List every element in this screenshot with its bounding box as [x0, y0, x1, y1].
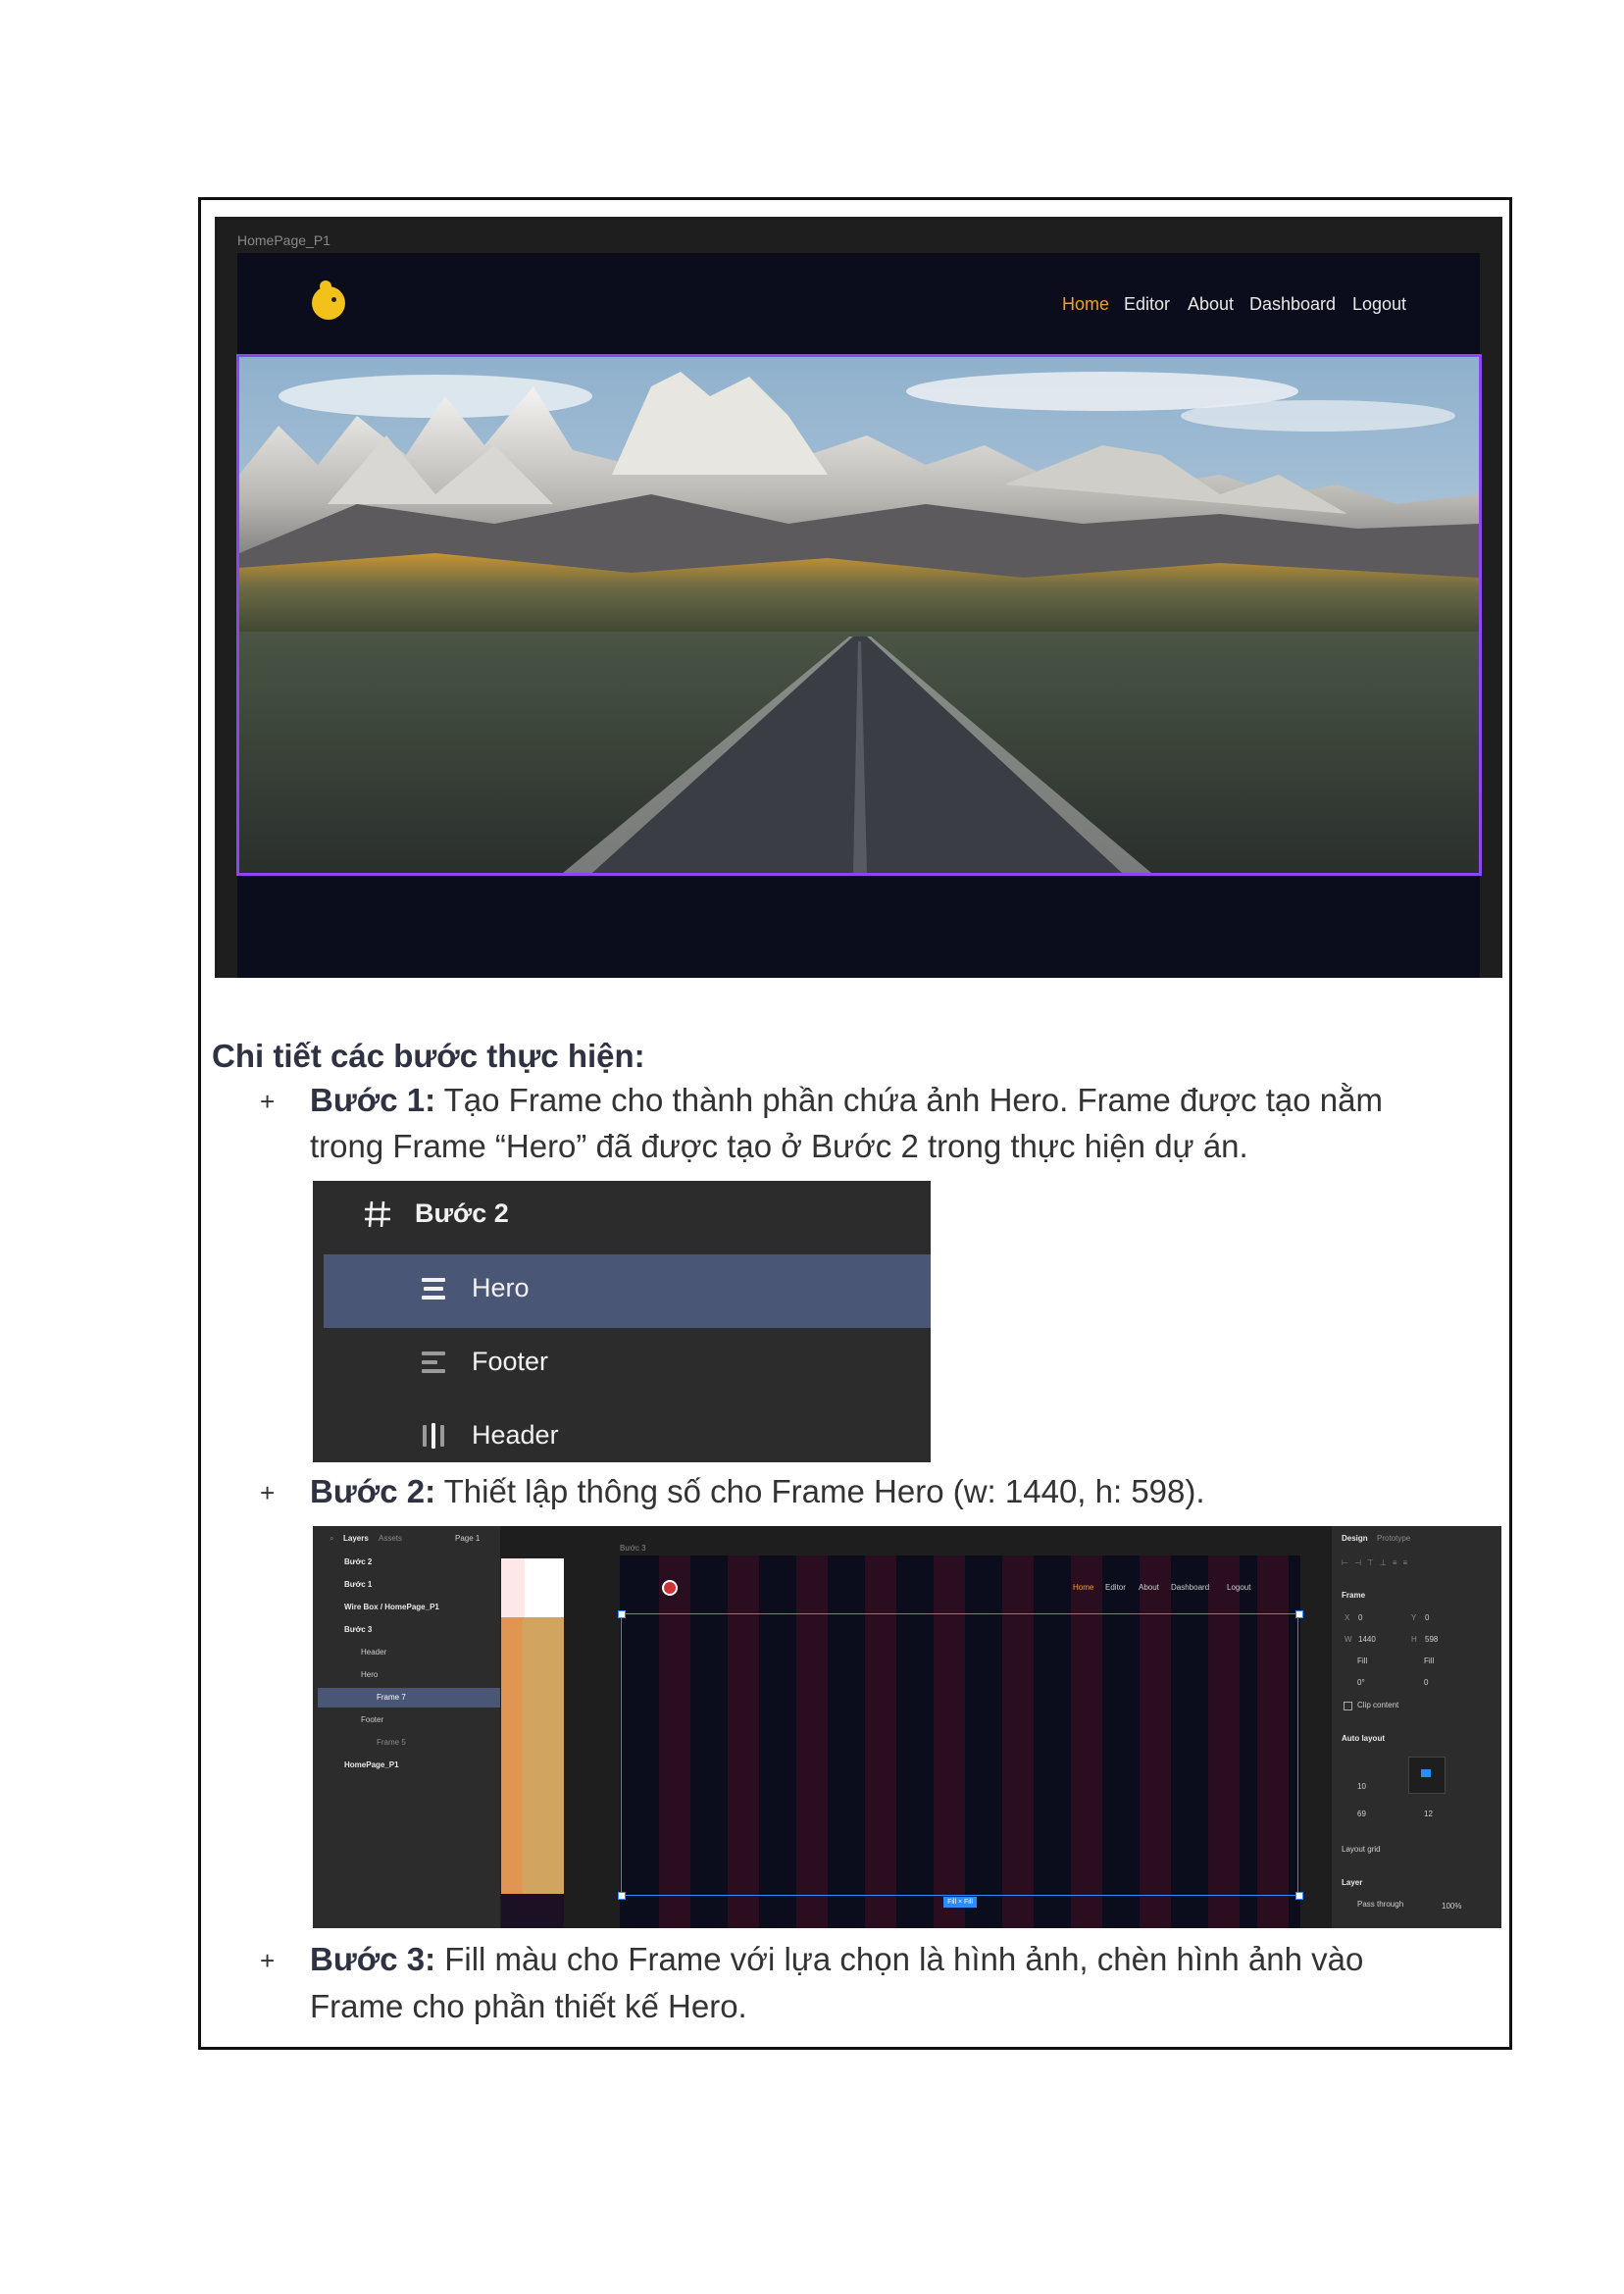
step1-line2: trong Frame “Hero” đã được tạo ở Bước 2 … — [310, 1128, 1248, 1164]
align-icons[interactable]: ⊢⊣⊤⊥≡≡ — [1342, 1558, 1413, 1567]
hero-landscape-svg — [239, 357, 1479, 873]
tab-assets[interactable]: Assets — [379, 1534, 402, 1543]
figma-nav-home[interactable]: Home — [1073, 1583, 1093, 1592]
step2-title: Bước 2: — [310, 1473, 436, 1509]
logo-icon — [662, 1580, 678, 1596]
search-icon[interactable]: ⌕ — [330, 1534, 333, 1544]
nav-logout[interactable]: Logout — [1352, 294, 1406, 318]
nav-dashboard[interactable]: Dashboard — [1249, 294, 1336, 318]
auto-layout-title: Auto layout — [1342, 1734, 1385, 1743]
layout-grid-title: Layout grid — [1342, 1845, 1381, 1854]
opacity-field[interactable]: 100% — [1442, 1902, 1461, 1911]
figma-layer[interactable]: Footer — [361, 1715, 383, 1724]
h-field[interactable]: 598 — [1425, 1635, 1438, 1644]
swatch-white — [525, 1558, 564, 1617]
frame-label: HomePage_P1 — [237, 232, 330, 248]
autolayout-vertical-icon — [422, 1351, 445, 1373]
step2-line: Bước 2: Thiết lập thông số cho Frame Her… — [310, 1473, 1205, 1510]
frame-section-title: Frame — [1342, 1591, 1366, 1600]
figma-layer[interactable]: Bước 1 — [344, 1580, 372, 1589]
figma-layers-sidebar — [313, 1526, 500, 1928]
resize-handle[interactable] — [618, 1610, 626, 1618]
x-label: X — [1345, 1613, 1350, 1622]
figma-layer[interactable]: Frame 5 — [377, 1738, 406, 1747]
figma-nav-dashboard[interactable]: Dashboard — [1171, 1583, 1209, 1592]
figma-layer[interactable]: HomePage_P1 — [344, 1760, 399, 1769]
alignment-center-icon — [1421, 1769, 1431, 1777]
tab-prototype[interactable]: Prototype — [1377, 1534, 1410, 1543]
page-select[interactable]: Page 1 — [455, 1534, 480, 1543]
figma-layer[interactable]: Wire Box / HomePage_P1 — [344, 1603, 439, 1611]
layer-row-selected — [324, 1254, 931, 1328]
figma-nav-logout[interactable]: Logout — [1227, 1583, 1250, 1592]
clip-checkbox[interactable] — [1344, 1702, 1352, 1710]
blend-mode-select[interactable]: Pass through — [1357, 1900, 1403, 1909]
step1-text1: Tạo Frame cho thành phần chứa ảnh Hero. … — [443, 1082, 1383, 1118]
bullet-plus: + — [260, 1946, 276, 1975]
layer-root-bước-2[interactable]: Bước 2 — [415, 1198, 509, 1229]
figma-layer[interactable]: Hero — [361, 1670, 378, 1679]
nav-editor[interactable]: Editor — [1124, 294, 1170, 318]
fill-height-select[interactable]: Fill — [1424, 1657, 1434, 1665]
layer-section-title: Layer — [1342, 1878, 1363, 1887]
autolayout-vertical-icon — [422, 1278, 445, 1300]
figma-layer-selected — [318, 1688, 500, 1708]
figma-layer[interactable]: Frame 7 — [377, 1693, 406, 1702]
tab-layers[interactable]: Layers — [343, 1534, 369, 1543]
figma-design-panel — [1332, 1526, 1501, 1928]
padding-field[interactable]: 69 — [1357, 1810, 1366, 1818]
hero-image — [236, 354, 1482, 876]
x-field[interactable]: 0 — [1358, 1613, 1362, 1622]
resize-handle[interactable] — [1295, 1610, 1303, 1618]
y-label: Y — [1411, 1613, 1417, 1622]
layer-footer[interactable]: Footer — [472, 1347, 548, 1377]
tab-design[interactable]: Design — [1342, 1534, 1368, 1543]
swatch-orange — [501, 1617, 523, 1894]
layer-hero[interactable]: Hero — [472, 1273, 530, 1303]
chick-logo-icon — [312, 280, 345, 320]
bullet-plus: + — [260, 1087, 276, 1116]
step3-line1: Bước 3: Fill màu cho Frame với lựa chọn … — [310, 1941, 1363, 1978]
frame-hash-icon — [365, 1200, 390, 1228]
autolayout-horizontal-icon — [423, 1423, 444, 1449]
w-label: W — [1345, 1635, 1352, 1644]
step2-text: Thiết lập thông số cho Frame Hero (w: 14… — [443, 1473, 1205, 1509]
figma-nav-about[interactable]: About — [1139, 1583, 1159, 1592]
steps-heading: Chi tiết các bước thực hiện: — [212, 1038, 645, 1074]
figma-layer[interactable]: Bước 2 — [344, 1557, 372, 1566]
figma-layer[interactable]: Bước 3 — [344, 1625, 372, 1634]
resize-handle[interactable] — [618, 1892, 626, 1900]
nav-about[interactable]: About — [1188, 294, 1234, 318]
step3-line2: Frame cho phần thiết kế Hero. — [310, 1988, 747, 2024]
h-label: H — [1411, 1635, 1417, 1644]
step3-text1: Fill màu cho Frame với lựa chọn là hình … — [444, 1941, 1364, 1977]
figma-nav-editor[interactable]: Editor — [1105, 1583, 1126, 1592]
selected-hero-frame[interactable] — [621, 1613, 1298, 1896]
layer-header[interactable]: Header — [472, 1420, 559, 1451]
figma-layer[interactable]: Header — [361, 1648, 386, 1657]
step1-title: Bước 1: — [310, 1082, 436, 1118]
bullet-plus: + — [260, 1478, 276, 1507]
padding-field-2[interactable]: 12 — [1424, 1810, 1433, 1818]
gap-field[interactable]: 10 — [1357, 1782, 1366, 1791]
fill-width-select[interactable]: Fill — [1357, 1657, 1367, 1665]
swatch-dark — [501, 1894, 564, 1928]
w-field[interactable]: 1440 — [1358, 1635, 1376, 1644]
logo-eye — [331, 297, 336, 302]
step1-line1: Bước 1: Tạo Frame cho thành phần chứa ản… — [310, 1082, 1383, 1119]
y-field[interactable]: 0 — [1425, 1613, 1429, 1622]
nav-home[interactable]: Home — [1062, 294, 1109, 318]
canvas-frame-label: Bước 3 — [620, 1544, 646, 1553]
radius-field[interactable]: 0 — [1424, 1678, 1428, 1687]
rotation-field[interactable]: 0° — [1357, 1678, 1365, 1687]
clip-content-label: Clip content — [1357, 1701, 1399, 1709]
step3-title: Bước 3: — [310, 1941, 436, 1977]
resize-handle[interactable] — [1295, 1892, 1303, 1900]
size-badge: Fill × Fill — [943, 1897, 977, 1908]
